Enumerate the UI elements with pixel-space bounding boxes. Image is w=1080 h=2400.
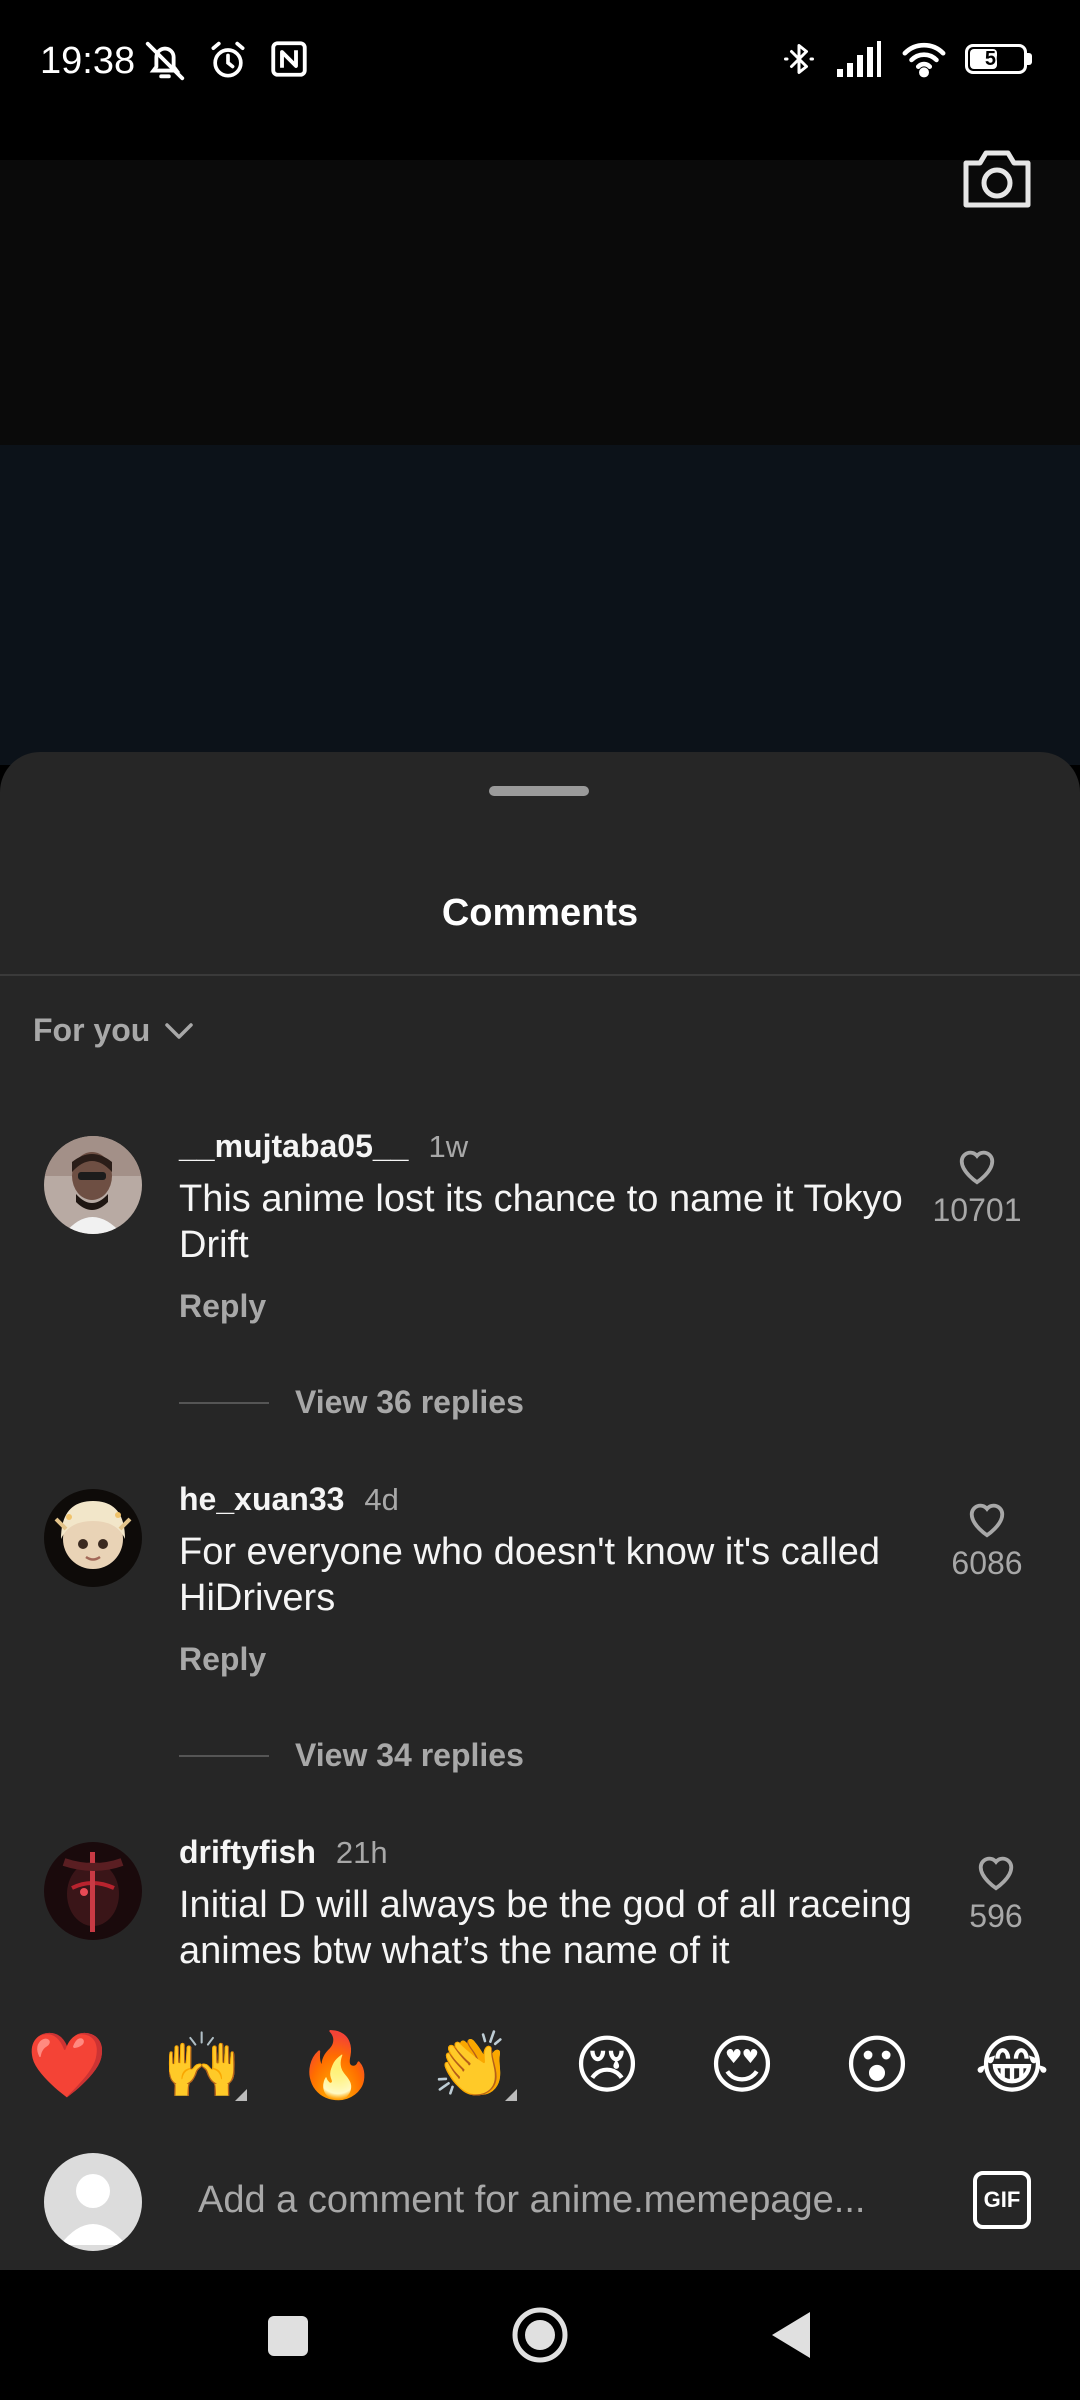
view-replies-button[interactable]: View 34 replies xyxy=(179,1737,524,1774)
like-count: 6086 xyxy=(951,1545,1023,1581)
status-right-icons: 56 xyxy=(781,38,1032,80)
like-count: 596 xyxy=(969,1898,1023,1934)
gif-button[interactable]: GIF xyxy=(973,2171,1031,2229)
comment-time: 1w xyxy=(428,1129,469,1164)
bluetooth-icon xyxy=(784,44,814,74)
sort-filter-dropdown[interactable]: For you xyxy=(33,1012,194,1049)
system-nav-bar xyxy=(0,2270,1080,2400)
avatar[interactable] xyxy=(44,1842,142,1940)
comment-text: This anime lost its chance to name it To… xyxy=(179,1178,903,1266)
like-button[interactable]: 6086 xyxy=(927,1497,1047,1582)
back-icon[interactable] xyxy=(768,2306,814,2364)
nfc-icon xyxy=(271,41,307,77)
comment-text: Initial D will always be the god of all … xyxy=(179,1884,912,1972)
status-left-icons xyxy=(142,38,310,84)
filter-label: For you xyxy=(33,1012,151,1048)
emoji-surprised[interactable]: 😮 xyxy=(832,2015,922,2115)
video-area-middle[interactable] xyxy=(0,445,1080,765)
battery-level: 56 xyxy=(984,47,1008,70)
camera-icon[interactable] xyxy=(960,145,1034,211)
emoji-heart-eyes[interactable]: 😍 xyxy=(697,2015,787,2115)
comment-username[interactable]: he_xuan33 xyxy=(179,1481,344,1518)
emoji-crying[interactable]: 😢 xyxy=(562,2015,652,2115)
user-avatar[interactable] xyxy=(44,2153,142,2251)
recents-icon[interactable] xyxy=(266,2306,310,2364)
emoji-reaction-bar: ❤️ 🙌 🔥 👏 😢 😍 😮 😂 xyxy=(0,2015,1080,2115)
view-replies-label: View 36 replies xyxy=(295,1384,524,1420)
comment-header: he_xuan33 4d xyxy=(179,1481,399,1518)
chevron-down-icon xyxy=(165,1022,194,1039)
emoji-glyph: 👏 xyxy=(432,2029,512,2101)
comment-username[interactable]: driftyfish xyxy=(179,1834,316,1871)
divider xyxy=(0,974,1080,976)
comment-header: driftyfish 21h xyxy=(179,1834,388,1871)
heart-icon xyxy=(978,1856,1014,1891)
avatar[interactable] xyxy=(44,1489,142,1587)
comment-input[interactable]: Add a comment for anime.memepage... xyxy=(198,2179,898,2222)
emoji-heart[interactable]: ❤️ xyxy=(22,2015,112,2115)
comment-time: 4d xyxy=(364,1482,399,1517)
alarm-clock-icon xyxy=(211,41,245,78)
comment-time: 21h xyxy=(335,1835,388,1870)
heart-icon xyxy=(969,1503,1005,1538)
like-button[interactable]: 10701 xyxy=(917,1144,1037,1229)
home-icon[interactable] xyxy=(510,2306,570,2364)
comment-composer: Add a comment for anime.memepage... GIF xyxy=(0,2115,1080,2270)
comment-header: __mujtaba05__ 1w xyxy=(179,1128,468,1165)
avatar[interactable] xyxy=(44,1136,142,1234)
view-replies-label: View 34 replies xyxy=(295,1737,524,1773)
wifi-icon xyxy=(902,42,946,78)
alarm-off-icon xyxy=(145,41,185,81)
status-time: 19:38 xyxy=(40,40,136,82)
like-count: 10701 xyxy=(932,1192,1022,1228)
reply-button[interactable]: Reply xyxy=(179,1288,266,1325)
emoji-glyph: 🙌 xyxy=(162,2029,242,2101)
status-bar: 19:38 56 xyxy=(0,0,1080,130)
comment-username[interactable]: __mujtaba05__ xyxy=(179,1128,408,1165)
emoji-clapping[interactable]: 👏 xyxy=(427,2015,517,2115)
skin-tone-indicator xyxy=(505,2089,517,2101)
drag-handle[interactable] xyxy=(489,786,589,796)
skin-tone-indicator xyxy=(235,2089,247,2101)
view-replies-button[interactable]: View 36 replies xyxy=(179,1384,524,1421)
like-button[interactable]: 596 xyxy=(936,1850,1056,1935)
sheet-title: Comments xyxy=(441,892,639,934)
emoji-fire[interactable]: 🔥 xyxy=(292,2015,382,2115)
battery-icon: 56 xyxy=(965,44,1032,74)
video-area-top[interactable] xyxy=(0,160,1080,445)
signal-icon xyxy=(837,41,881,77)
emoji-raising-hands[interactable]: 🙌 xyxy=(157,2015,247,2115)
heart-icon xyxy=(959,1150,995,1185)
reply-button[interactable]: Reply xyxy=(179,1641,266,1678)
emoji-laughing[interactable]: 😂 xyxy=(967,2015,1057,2115)
comment-text: For everyone who doesn't know it's calle… xyxy=(179,1531,880,1619)
